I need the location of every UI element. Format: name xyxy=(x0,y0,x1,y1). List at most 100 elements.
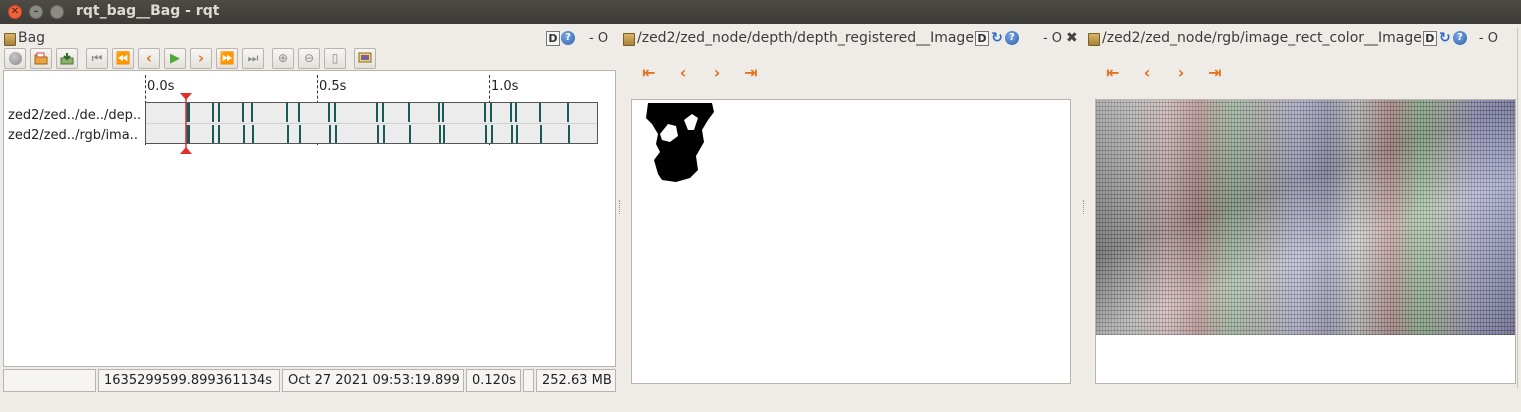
thumbnails-button[interactable] xyxy=(354,47,376,69)
status-size: 252.63 MB xyxy=(536,369,616,392)
message-mark xyxy=(540,125,542,143)
bag-dock-controls: D ? - O xyxy=(545,28,608,48)
zoom-reset-button[interactable]: ▯ xyxy=(324,47,346,69)
message-mark xyxy=(443,125,445,143)
row-divider xyxy=(146,123,597,124)
status-datetime: Oct 27 2021 09:53:19.899 xyxy=(282,369,464,392)
window-titlebar: ✕ – rqt_bag__Bag - rqt xyxy=(0,0,1521,24)
depth-image xyxy=(646,103,714,182)
message-mark xyxy=(335,125,337,143)
splitter-handle[interactable] xyxy=(1083,200,1086,214)
message-mark xyxy=(539,103,541,122)
bag-toolbar: ⏮ ⏪ ‹ ▶ › ⏩ ⏭ ⊕ ⊖ ▯ xyxy=(4,47,380,69)
depth-d-button[interactable]: D xyxy=(974,30,989,46)
message-mark xyxy=(442,103,444,122)
message-mark xyxy=(287,125,289,143)
bag-dock-header: Bag xyxy=(4,28,45,48)
splitter-handle[interactable] xyxy=(619,200,622,214)
skip-end-icon: ⏭ xyxy=(247,50,259,65)
topic-label-depth[interactable]: zed2/zed../de../dep.. xyxy=(8,108,141,123)
save-icon xyxy=(60,52,74,64)
message-mark xyxy=(212,103,214,122)
reload-icon[interactable]: ↻ xyxy=(990,31,1004,45)
go-to-end-button[interactable]: ⏭ xyxy=(242,47,264,69)
depth-help-icon[interactable]: ? xyxy=(1004,31,1019,45)
zoom-out-button[interactable]: ⊖ xyxy=(298,47,320,69)
record-button[interactable] xyxy=(4,47,26,69)
go-to-start-button[interactable]: ⏮ xyxy=(86,47,108,69)
bag-help-icon[interactable]: ? xyxy=(561,31,575,45)
message-mark xyxy=(251,103,253,122)
package-icon xyxy=(4,32,16,46)
message-mark xyxy=(490,103,492,122)
bag-dock-title: Bag xyxy=(18,30,46,46)
prev-frame-icon[interactable]: ‹ xyxy=(1138,63,1156,82)
last-frame-icon[interactable]: ⇥ xyxy=(1206,63,1224,82)
message-mark xyxy=(484,103,486,122)
depth-image-view[interactable] xyxy=(631,99,1071,384)
bag-timeline-panel[interactable]: 0.0s 0.5s 1.0s zed2/zed../de../dep.. zed… xyxy=(3,70,616,367)
rewind-icon: ⏪ xyxy=(115,51,131,65)
tick-label: 1.0s xyxy=(491,79,519,94)
depth-dock-title: /zed2/zed_node/depth/depth_registered__I… xyxy=(637,30,974,46)
tick-label: 0.0s xyxy=(147,79,175,94)
rgb-image-shading xyxy=(1096,100,1515,335)
message-mark xyxy=(252,125,254,143)
maximize-window-button[interactable] xyxy=(50,5,64,19)
next-frame-icon[interactable]: › xyxy=(1172,63,1190,82)
status-empty xyxy=(3,369,96,392)
bag-dock-min-float[interactable]: - O xyxy=(589,31,608,46)
playhead[interactable] xyxy=(178,93,194,155)
last-frame-icon[interactable]: ⇥ xyxy=(742,63,760,82)
message-mark xyxy=(299,125,301,143)
rgb-image-view[interactable] xyxy=(1095,99,1516,384)
message-mark xyxy=(377,125,379,143)
status-timestamp: 1635299599.899361134s xyxy=(98,369,280,392)
step-forward-button[interactable]: › xyxy=(190,47,212,69)
message-mark xyxy=(510,103,512,122)
message-mark xyxy=(242,103,244,122)
close-window-button[interactable]: ✕ xyxy=(8,5,22,19)
first-frame-icon[interactable]: ⇤ xyxy=(1104,63,1122,82)
window-title: rqt_bag__Bag - rqt xyxy=(76,3,220,19)
fast-forward-button[interactable]: ⏩ xyxy=(216,47,238,69)
timeline-track[interactable] xyxy=(145,102,598,144)
next-frame-icon[interactable]: › xyxy=(708,63,726,82)
prev-frame-icon[interactable]: ‹ xyxy=(674,63,692,82)
rgb-d-button[interactable]: D xyxy=(1422,30,1437,46)
play-icon: ▶ xyxy=(170,50,180,66)
message-mark xyxy=(438,103,440,122)
status-elapsed: 0.120s xyxy=(466,369,521,392)
bag-d-button[interactable]: D xyxy=(546,30,560,46)
thumbnail-icon xyxy=(358,52,372,62)
message-mark xyxy=(382,103,384,122)
message-mark xyxy=(516,125,518,143)
save-bag-button[interactable] xyxy=(56,47,78,69)
rgb-dock-min-float[interactable]: - O xyxy=(1479,31,1498,46)
first-frame-icon[interactable]: ⇤ xyxy=(640,63,658,82)
chevron-left-icon: ‹ xyxy=(145,49,153,67)
depth-dock-min-float[interactable]: - O xyxy=(1043,31,1062,46)
package-icon xyxy=(623,32,635,46)
rewind-button[interactable]: ⏪ xyxy=(112,47,134,69)
load-bag-button[interactable] xyxy=(30,47,52,69)
rgb-help-icon[interactable]: ? xyxy=(1452,31,1467,45)
message-mark xyxy=(218,125,220,143)
message-mark xyxy=(218,103,220,122)
folder-open-icon xyxy=(34,52,48,64)
reload-icon[interactable]: ↻ xyxy=(1438,31,1452,45)
play-button[interactable]: ▶ xyxy=(164,47,186,69)
depth-dock-header: /zed2/zed_node/depth/depth_registered__I… xyxy=(623,28,1078,48)
zoom-out-icon: ⊖ xyxy=(303,51,315,65)
depth-close-icon[interactable]: ✖ xyxy=(1066,30,1078,46)
rgb-dock-title: /zed2/zed_node/rgb/image_rect_color__Ima… xyxy=(1102,30,1422,46)
step-back-button[interactable]: ‹ xyxy=(138,47,160,69)
message-mark xyxy=(409,125,411,143)
message-mark xyxy=(286,103,288,122)
minimize-window-button[interactable]: – xyxy=(29,5,43,19)
message-mark xyxy=(243,125,245,143)
zoom-in-button[interactable]: ⊕ xyxy=(272,47,294,69)
message-mark xyxy=(376,103,378,122)
message-mark xyxy=(329,125,331,143)
topic-label-rgb[interactable]: zed2/zed../rgb/ima.. xyxy=(8,128,138,143)
